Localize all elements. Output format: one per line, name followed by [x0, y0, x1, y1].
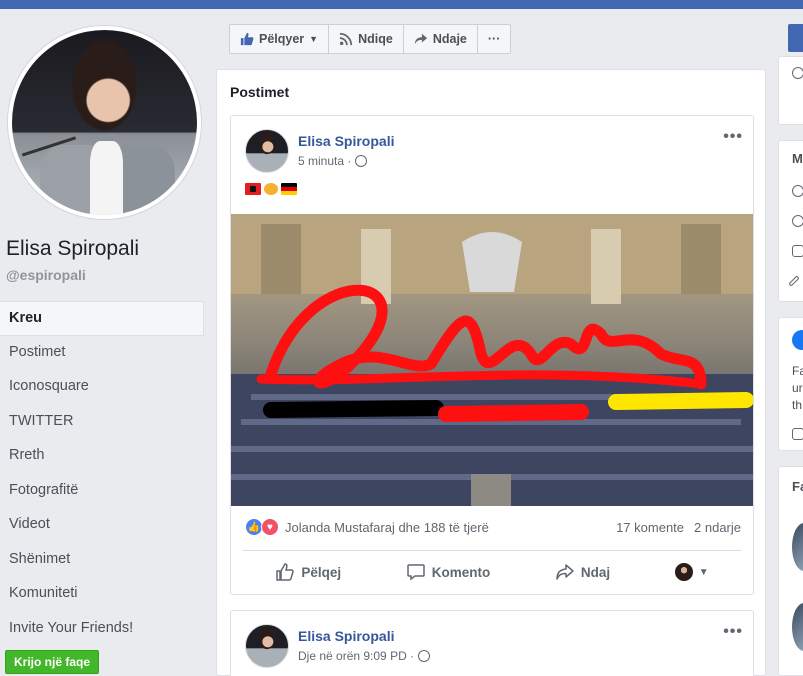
- nav-item-photos[interactable]: Fotografitë: [0, 474, 204, 509]
- comment-button[interactable]: Komento: [406, 562, 491, 582]
- post-author-name[interactable]: Elisa Spiropali: [298, 133, 394, 149]
- liked-label: Pëlqyer: [259, 32, 305, 46]
- follow-button[interactable]: Ndiqe: [329, 25, 404, 53]
- nav-item-notes[interactable]: Shënimet: [0, 543, 204, 578]
- page-thumbnail[interactable]: [792, 603, 803, 651]
- globe-icon: [792, 215, 803, 227]
- post-author-avatar[interactable]: [245, 624, 289, 668]
- right-card-3: Fa ur th: [778, 317, 803, 451]
- sign-up-button-partial[interactable]: [788, 24, 803, 52]
- info-icon[interactable]: [792, 330, 803, 350]
- shares-count[interactable]: 2 ndarje: [694, 520, 741, 535]
- nav-item-home[interactable]: Kreu: [0, 301, 204, 336]
- comment-label: Komento: [431, 564, 491, 580]
- albania-flag-icon: [245, 183, 261, 195]
- share-page-button[interactable]: Ndaje: [404, 25, 478, 53]
- comment-bubble-icon: [406, 564, 425, 581]
- left-sidebar: Elisa Spiropali @espiropali Kreu Postime…: [0, 9, 212, 676]
- page-handle[interactable]: @espiropali: [6, 267, 86, 283]
- top-navigation-bar: [0, 0, 803, 9]
- right-card-4: Fa: [778, 466, 803, 676]
- globe-icon: [355, 155, 368, 167]
- posts-column: Postimet Elisa Spiropali 5 minuta · •••: [216, 69, 766, 676]
- card-text-line: ur: [792, 381, 803, 395]
- follow-label: Ndiqe: [358, 32, 393, 46]
- right-card-2: M: [778, 140, 803, 302]
- post-time-text: 5 minuta ·: [298, 154, 352, 168]
- create-page-button[interactable]: Krijo një faqe: [5, 650, 100, 674]
- post-timestamp[interactable]: Dje në orën 9:09 PD ·: [298, 649, 431, 663]
- posts-section-title: Postimet: [230, 84, 290, 100]
- post-actions: Pëlqej Komento Ndaj ▼: [243, 556, 741, 588]
- post-time-text: Dje në orën 9:09 PD ·: [298, 649, 415, 663]
- right-card-1: [778, 56, 803, 125]
- germany-flag-icon: [281, 183, 297, 195]
- page-thumbnail[interactable]: [792, 523, 803, 571]
- person-icon: [792, 67, 803, 79]
- nav-item-iconosquare[interactable]: Iconosquare: [0, 370, 204, 405]
- nav-item-community[interactable]: Komuniteti: [0, 577, 204, 612]
- love-reaction-icon: ♥: [261, 518, 279, 536]
- post-author-avatar[interactable]: [245, 129, 289, 173]
- reactions-summary: Jolanda Mustafaraj dhe 188 të tjerë: [285, 519, 489, 535]
- like-post-button[interactable]: Pëlqej: [275, 562, 341, 582]
- card-text-line: Fa: [792, 364, 803, 378]
- post-emoji-text: [245, 183, 297, 195]
- post-timestamp[interactable]: 5 minuta ·: [298, 154, 368, 168]
- nav-item-posts[interactable]: Postimet: [0, 336, 204, 371]
- nav-item-about[interactable]: Rreth: [0, 439, 204, 474]
- nav-item-invite-friends[interactable]: Invite Your Friends!: [0, 612, 204, 647]
- mail-icon: [792, 245, 803, 257]
- post-author-name[interactable]: Elisa Spiropali: [298, 628, 394, 644]
- pencil-icon: [788, 275, 800, 287]
- post-options-button[interactable]: •••: [723, 128, 743, 146]
- share-post-label: Ndaj: [580, 564, 611, 580]
- page-action-bar: Pëlqyer ▼ Ndiqe Ndaje ···: [229, 24, 512, 54]
- liked-button[interactable]: Pëlqyer ▼: [230, 25, 330, 53]
- like-post-label: Pëlqej: [301, 564, 342, 580]
- post-card: Elisa Spiropali Dje në orën 9:09 PD · ••…: [230, 610, 754, 676]
- thumbs-up-outline-icon: [276, 563, 295, 581]
- bundestag-danke-image: [231, 214, 753, 506]
- nav-item-videos[interactable]: Videot: [0, 508, 204, 543]
- divider: [243, 550, 741, 551]
- more-options-button[interactable]: ···: [478, 25, 511, 53]
- card-text-line: th: [792, 398, 803, 412]
- page-name[interactable]: Elisa Spiropali: [6, 237, 139, 261]
- post-image[interactable]: [231, 214, 753, 506]
- page-navigation: Kreu Postimet Iconosquare TWITTER Rreth …: [0, 301, 204, 646]
- post-counts: 17 komente 2 ndarje: [616, 520, 741, 535]
- chevron-down-icon: ▼: [698, 566, 709, 578]
- chevron-down-icon: ▼: [309, 34, 319, 44]
- pin-icon: [792, 428, 803, 440]
- rss-icon: [339, 32, 353, 46]
- share-icon: [556, 564, 574, 580]
- page-avatar-mini: [674, 563, 693, 581]
- share-arrow-icon: [414, 33, 427, 45]
- card-title-partial: Fa: [792, 479, 803, 494]
- messenger-icon: [792, 185, 803, 197]
- more-dots-icon: ···: [487, 32, 501, 46]
- share-label: Ndaje: [432, 32, 467, 46]
- profile-picture[interactable]: [8, 26, 201, 219]
- nav-item-twitter[interactable]: TWITTER: [0, 405, 204, 440]
- post-card: Elisa Spiropali 5 minuta · ••• 👍 ♥ Jolan…: [230, 115, 754, 595]
- post-as-selector[interactable]: ▼: [674, 563, 709, 581]
- card-title-partial: M: [792, 151, 803, 166]
- comments-count[interactable]: 17 komente: [616, 520, 684, 535]
- share-post-button[interactable]: Ndaj: [555, 562, 610, 582]
- post-options-button[interactable]: •••: [723, 623, 743, 641]
- thumbs-up-icon: [240, 32, 254, 46]
- globe-icon: [418, 650, 431, 662]
- handshake-icon: [264, 183, 278, 195]
- post-reactions[interactable]: 👍 ♥ Jolanda Mustafaraj dhe 188 të tjerë: [245, 518, 489, 536]
